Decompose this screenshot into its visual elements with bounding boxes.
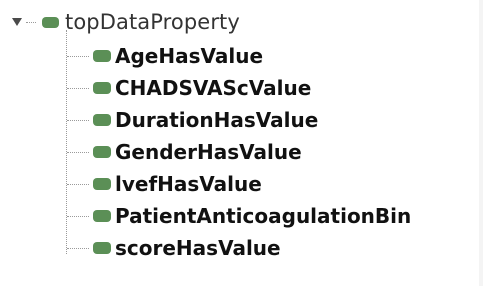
data-property-icon — [93, 82, 111, 94]
tree-node-label: CHADSVAScValue — [115, 76, 312, 100]
tree-connector — [67, 87, 89, 89]
data-property-icon — [93, 146, 111, 158]
tree-node-label: topDataProperty — [65, 10, 240, 34]
tree-node-label: lvefHasValue — [115, 172, 262, 196]
data-property-icon — [42, 16, 59, 28]
data-property-icon — [93, 210, 111, 222]
data-property-icon — [93, 178, 111, 190]
tree-node-label: scoreHasValue — [115, 236, 281, 260]
expand-collapse-toggle-icon[interactable] — [10, 15, 24, 29]
tree-connector — [67, 119, 89, 121]
data-property-icon — [93, 50, 111, 62]
tree-node-topDataProperty[interactable]: topDataProperty — [10, 8, 240, 36]
data-property-icon — [93, 114, 111, 126]
tree-node-DurationHasValue[interactable]: DurationHasValue — [67, 106, 318, 134]
tree-node-label: PatientAnticoagulationBin — [115, 204, 412, 228]
tree-connector — [67, 247, 89, 249]
tree-node-AgeHasValue[interactable]: AgeHasValue — [67, 42, 263, 70]
tree-node-scoreHasValue[interactable]: scoreHasValue — [67, 234, 281, 262]
data-property-tree-panel: topDataProperty AgeHasValue CHADSVAScVal… — [0, 0, 483, 286]
tree-node-label: DurationHasValue — [115, 108, 319, 132]
tree-node-CHADSVAScValue[interactable]: CHADSVAScValue — [67, 74, 311, 102]
tree-connector — [26, 21, 36, 23]
tree-node-PatientAnticoagulationBin[interactable]: PatientAnticoagulationBin — [67, 202, 411, 230]
tree-connector — [67, 183, 89, 185]
data-property-icon — [93, 242, 111, 254]
tree-node-lvefHasValue[interactable]: lvefHasValue — [67, 170, 262, 198]
tree-connector — [67, 151, 89, 153]
tree-node-label: GenderHasValue — [115, 140, 302, 164]
tree-connector — [67, 55, 89, 57]
tree-node-label: AgeHasValue — [115, 44, 264, 68]
tree-connector — [67, 215, 89, 217]
panel-border — [479, 0, 483, 286]
tree-node-GenderHasValue[interactable]: GenderHasValue — [67, 138, 302, 166]
